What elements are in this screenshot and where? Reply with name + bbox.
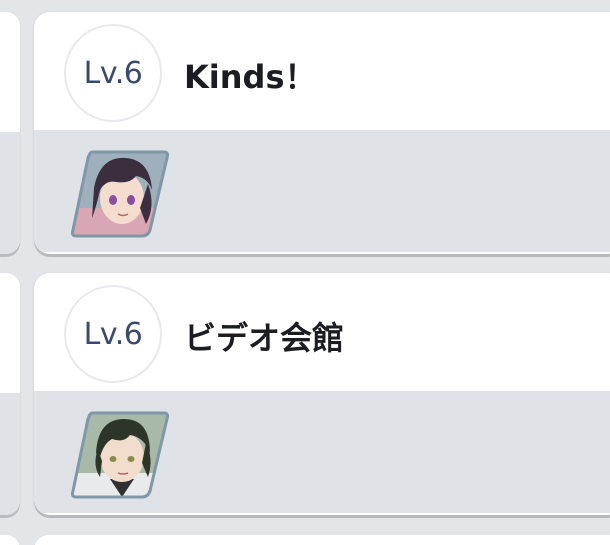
unit-card[interactable]: Lv.6 Kinds！ — [34, 12, 610, 254]
character-avatar-icon[interactable] — [70, 148, 170, 238]
unit-card[interactable]: Lv.6 ビデオ会館 — [34, 273, 610, 515]
unit-card-header: Lv.6 ビデオ会館 — [34, 273, 610, 391]
unit-card-header: Lv.6 Kinds！ — [34, 12, 610, 130]
unit-members — [34, 130, 610, 252]
next-row-card[interactable] — [0, 535, 20, 545]
unit-list: Lv.6 Kinds！ Lv.6 ビデオ会館 — [0, 0, 610, 545]
character-avatar-icon[interactable] — [70, 409, 170, 499]
previous-column-card[interactable] — [0, 273, 20, 515]
level-badge: Lv.6 — [64, 285, 162, 383]
unit-members — [34, 391, 610, 513]
level-badge: Lv.6 — [64, 24, 162, 122]
previous-column-card[interactable] — [0, 12, 20, 254]
level-label: Lv.6 — [83, 316, 143, 352]
unit-name: Kinds！ — [184, 58, 317, 96]
unit-name: ビデオ会館 — [184, 319, 345, 357]
level-label: Lv.6 — [83, 55, 143, 91]
next-row-card[interactable] — [34, 535, 610, 545]
